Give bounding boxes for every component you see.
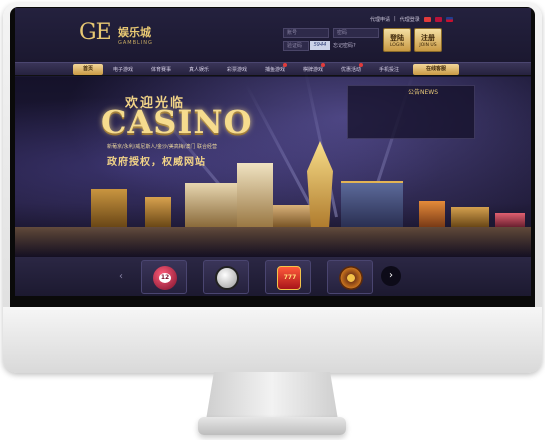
game-carousel: ‹ 12 777 › <box>15 257 531 296</box>
lottery-ball-icon: 12 <box>153 266 177 290</box>
username-input[interactable]: 账号 <box>283 28 329 38</box>
soccer-ball-icon <box>215 266 239 290</box>
building <box>273 205 313 227</box>
nav-item-promotions[interactable]: 优惠活动 <box>341 66 361 73</box>
hero-banner[interactable]: 欢迎光临 CASINO 新葡京/永利/威尼斯人/金沙/美高梅/澳门 联合经营 政… <box>15 69 531 257</box>
flag-cn-icon[interactable] <box>423 16 431 22</box>
roulette-icon <box>339 266 363 290</box>
nav-new-badge <box>283 63 287 67</box>
casino-skyline <box>15 137 531 227</box>
monitor-stand-neck <box>206 372 338 420</box>
carousel-prev-icon[interactable]: ‹ <box>119 271 123 282</box>
website-screen: GE 娱乐城 GAMBLING 代理申请 | 代理登录 账号 密码 验证码 59… <box>15 8 531 296</box>
login-button-sublabel: LOGIN <box>389 43 405 48</box>
lottery-ball-number: 12 <box>159 273 171 283</box>
building <box>419 201 445 227</box>
login-button[interactable]: 登陆 LOGIN <box>383 28 411 52</box>
login-button-label: 登陆 <box>390 34 404 42</box>
nav-new-badge <box>321 63 325 67</box>
captcha-input[interactable]: 验证码 <box>283 41 309 51</box>
site-header: GE 娱乐城 GAMBLING 代理申请 | 代理登录 账号 密码 验证码 59… <box>15 8 531 62</box>
main-nav: 首页 电子游戏 体育赛事 真人娱乐 彩票游戏 捕鱼游戏 棋牌游戏 优惠活动 手机… <box>15 62 531 76</box>
monitor-chin <box>3 307 542 373</box>
nav-item-mobile[interactable]: 手机投注 <box>379 66 399 73</box>
register-button-label: 注册 <box>421 34 435 42</box>
banner-title: CASINO <box>101 103 253 141</box>
nav-hot-badge <box>359 63 363 67</box>
building <box>495 213 525 227</box>
carousel-next-icon[interactable]: › <box>381 266 401 286</box>
nav-item-fishing[interactable]: 捕鱼游戏 <box>265 66 285 73</box>
logo-mark[interactable]: GE <box>79 20 112 45</box>
flag-en-icon[interactable] <box>445 16 453 22</box>
captcha-image[interactable]: 5944 <box>310 41 330 50</box>
logo-title: 娱乐城 <box>118 26 151 39</box>
building <box>91 189 127 227</box>
logo-subtitle: GAMBLING <box>118 40 153 46</box>
news-panel-title: 公告NEWS <box>408 89 439 96</box>
water-reflection <box>15 227 531 257</box>
forgot-password-link[interactable]: 忘记密码? <box>333 42 356 49</box>
register-button[interactable]: 注册 JOIN US <box>414 28 442 52</box>
monitor-stand-base <box>198 417 346 435</box>
game-tile-sports[interactable] <box>203 260 249 294</box>
flag-hk-icon[interactable] <box>434 16 442 22</box>
register-button-sublabel: JOIN US <box>419 43 437 48</box>
top-links: 代理申请 | 代理登录 <box>370 14 453 24</box>
building <box>185 183 245 227</box>
building <box>145 197 171 227</box>
monitor-mockup: GE 娱乐城 GAMBLING 代理申请 | 代理登录 账号 密码 验证码 59… <box>0 0 545 440</box>
game-tile-roulette[interactable] <box>327 260 373 294</box>
game-tile-lottery[interactable]: 12 <box>141 260 187 294</box>
nav-home[interactable]: 首页 <box>73 64 103 75</box>
online-service-button[interactable]: 在线客服 <box>413 64 459 75</box>
game-tile-slots[interactable]: 777 <box>265 260 311 294</box>
building <box>307 141 333 227</box>
nav-item-slots[interactable]: 电子游戏 <box>113 66 133 73</box>
slot-machine-icon: 777 <box>277 266 301 290</box>
building <box>237 163 273 227</box>
news-panel[interactable]: 公告NEWS <box>347 85 475 139</box>
password-input[interactable]: 密码 <box>333 28 379 38</box>
nav-item-live[interactable]: 真人娱乐 <box>189 66 209 73</box>
nav-item-lottery[interactable]: 彩票游戏 <box>227 66 247 73</box>
agent-login-link[interactable]: 代理登录 <box>400 16 420 23</box>
slot-machine-label: 777 <box>283 274 297 281</box>
nav-item-sports[interactable]: 体育赛事 <box>151 66 171 73</box>
agent-apply-link[interactable]: 代理申请 <box>370 16 390 23</box>
building <box>451 207 489 227</box>
building <box>341 181 403 227</box>
